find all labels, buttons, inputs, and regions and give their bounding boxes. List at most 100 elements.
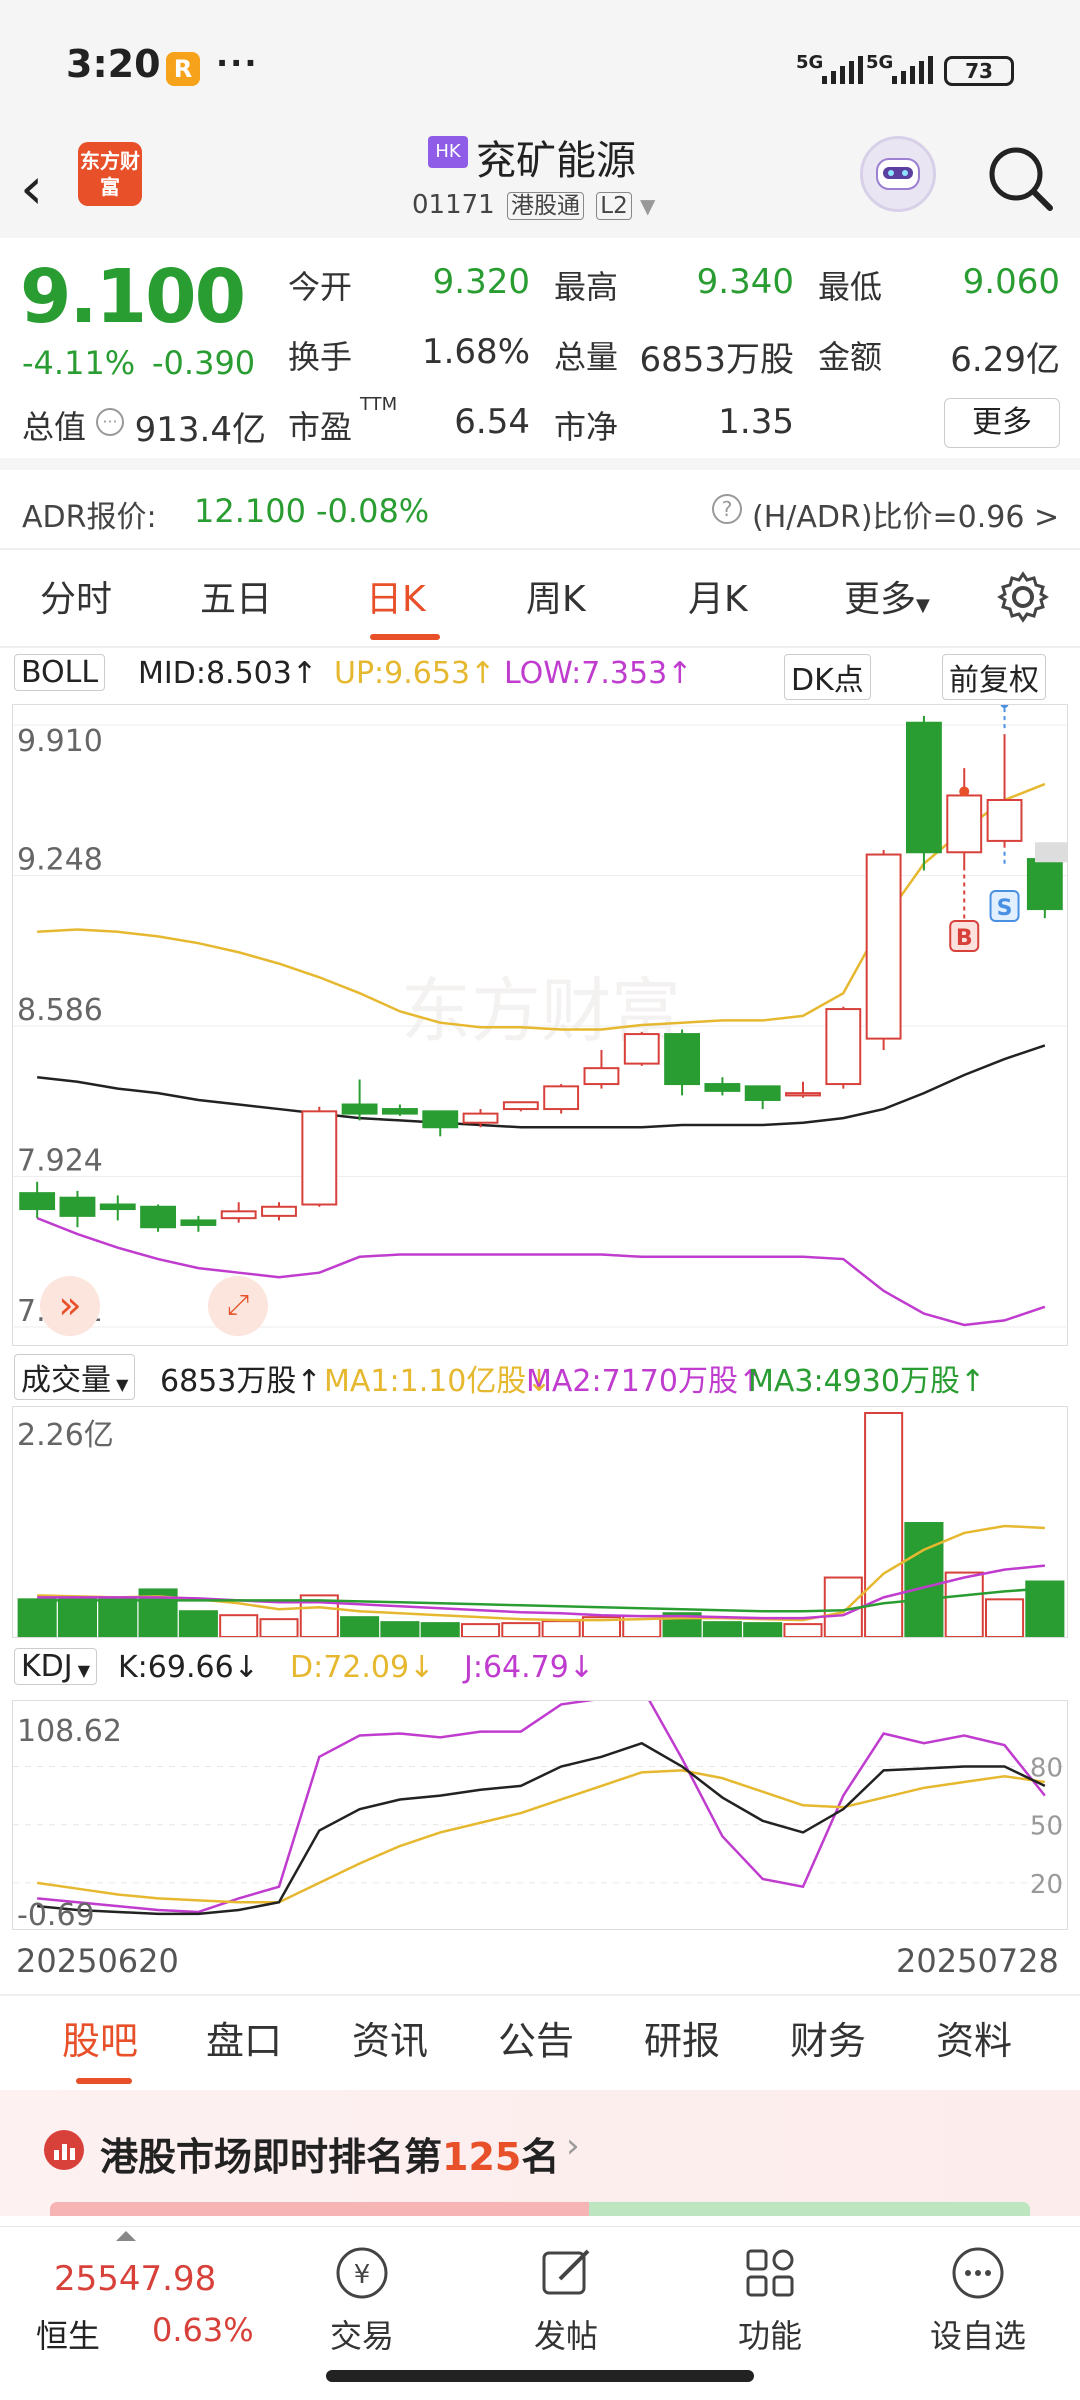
candle-body [261, 1205, 297, 1217]
tab-intraday[interactable]: 分时 [40, 570, 112, 622]
nav-functions[interactable]: 功能 [720, 2243, 820, 2357]
high-value: 9.340 [696, 262, 794, 302]
volume-value: 6853万股 [639, 340, 794, 380]
pe-ttm-superscript: TTM [360, 394, 398, 415]
boll-indicator-selector[interactable]: BOLL [14, 654, 106, 691]
turnover-value: 1.68% [421, 332, 530, 372]
settings-gear-icon[interactable] [996, 570, 1050, 624]
tab-profile[interactable]: 资料 [936, 2010, 1012, 2065]
volume-legend-row: 成交量 ▼ 6853万股↑ MA1:1.10亿股↓ MA2:7170万股↑ MA… [14, 1354, 1074, 1400]
tab-financials[interactable]: 财务 [790, 2010, 866, 2065]
open-label: 今开 [288, 268, 353, 306]
pe-value: 6.54 [454, 402, 530, 442]
candle-body [543, 1085, 580, 1111]
kdj-indicator-selector[interactable]: KDJ ▼ [14, 1648, 98, 1685]
kdj-legend-row: KDJ ▼ K:69.66↓ D:72.09↓ J:64.79↓ [14, 1648, 1074, 1692]
tab-weekly-k[interactable]: 周K [526, 570, 586, 622]
volume-current: 6853万股↑ [160, 1364, 322, 1399]
expand-chevron-icon[interactable]: » [40, 1276, 100, 1336]
tab-research[interactable]: 研报 [644, 2010, 720, 2065]
stock-code: 01171 [412, 190, 495, 220]
tab-orderbook[interactable]: 盘口 [206, 2010, 282, 2065]
post-edit-icon [542, 2249, 590, 2295]
date-start: 20250620 [16, 1942, 179, 1980]
candle-body [986, 798, 1023, 842]
kdj-chart[interactable]: 80 50 20 108.62 -0.69 [12, 1700, 1068, 1930]
market-cap-info-icon[interactable]: ··· [96, 408, 124, 436]
adr-ratio[interactable]: (H/ADR)比价=0.96 > [752, 492, 1059, 536]
boll-legend-row: BOLL MID:8.503↑ UP:9.653↑ LOW:7.353↑ DK点… [14, 654, 1074, 700]
more-quote-button[interactable]: 更多 [944, 398, 1060, 448]
candle-body [583, 1067, 620, 1086]
candle-body [59, 1196, 96, 1217]
y-axis-label: 9.910 [17, 724, 103, 759]
volume-bar [904, 1522, 944, 1637]
candle-body [19, 1192, 56, 1211]
volume-chart[interactable]: 2.26亿 [12, 1406, 1068, 1638]
rank-banner[interactable]: 港股市场即时排名第125名 › [0, 2090, 1080, 2216]
adr-label: ADR报价: [22, 500, 157, 535]
nav-trade[interactable]: ¥ 交易 [312, 2243, 412, 2357]
boll-low-value: LOW:7.353↑ [504, 656, 693, 691]
chart-period-tabs: 分时 五日 日K 周K 月K 更多▼ [0, 556, 1080, 646]
rank-number: 125 [442, 2135, 522, 2179]
assistant-robot-icon[interactable] [860, 136, 936, 212]
section-divider [0, 1994, 1080, 1996]
tab-more[interactable]: 更多▼ [844, 570, 930, 622]
candle-body [664, 1033, 701, 1086]
active-subtab-underline [76, 2078, 132, 2084]
pb-value: 1.35 [718, 402, 794, 442]
resize-arrows-icon[interactable]: ⤢ [208, 1276, 268, 1336]
price-adjust-button[interactable]: 前复权 [942, 654, 1046, 700]
tab-forum[interactable]: 股吧 [62, 2010, 138, 2065]
nav-add-watchlist[interactable]: 设自选 [916, 2243, 1040, 2357]
hsi-change: 0.63% [152, 2311, 254, 2349]
status-time: 3:20 [66, 42, 161, 86]
high-label: 最高 [554, 268, 619, 306]
candle-body [341, 1103, 378, 1115]
low-value: 9.060 [962, 262, 1060, 302]
volume-bar [178, 1610, 218, 1637]
candle-body [502, 1101, 539, 1111]
candle-body [180, 1219, 217, 1226]
hsi-value[interactable]: 25547.98 [54, 2259, 216, 2299]
volume-bar [743, 1622, 783, 1637]
tab-five-day[interactable]: 五日 [200, 570, 272, 622]
candlestick-chart[interactable]: 东方财富 9.9109.2488.5867.9247.261 BS [12, 704, 1068, 1346]
tab-monthly-k[interactable]: 月K [688, 570, 748, 622]
current-price: 9.100 [20, 254, 246, 340]
kdj-k-line [37, 1741, 1046, 1916]
help-icon[interactable]: ? [712, 494, 742, 524]
y-axis-label: 9.248 [17, 843, 103, 878]
volume-indicator-selector[interactable]: 成交量 ▼ [14, 1354, 136, 1400]
tab-announcements[interactable]: 公告 [498, 2010, 574, 2065]
back-arrow-icon[interactable]: ‹ [20, 154, 43, 222]
tab-daily-k[interactable]: 日K [366, 570, 426, 622]
chevron-right-icon: › [566, 2126, 580, 2166]
candle-body [99, 1203, 136, 1211]
nav-post[interactable]: 发帖 [516, 2243, 616, 2357]
kdj-bottom-label: -0.69 [17, 1898, 95, 1930]
tab-news[interactable]: 资讯 [352, 2010, 428, 2065]
price-tag-highlight [1035, 842, 1067, 863]
volume-max-label: 2.26亿 [17, 1418, 114, 1453]
volume-bar [783, 1623, 823, 1637]
kdj-top-label: 108.62 [17, 1714, 122, 1749]
candle-body [220, 1210, 257, 1220]
y-axis-label: 8.586 [17, 993, 103, 1028]
buy-signal-label: B [956, 926, 973, 951]
kdj-level-label: 20 [1030, 1870, 1063, 1900]
adr-row[interactable]: ADR报价: 12.100 -0.08% ? (H/ADR)比价=0.96 > [0, 470, 1080, 550]
sentiment-bar [50, 2202, 1030, 2216]
volume-bar [460, 1623, 501, 1637]
search-icon[interactable] [986, 144, 1056, 214]
nav-trade-label: 交易 [329, 2317, 394, 2355]
stock-code-row[interactable]: 01171 港股通 L2 ▼ [412, 186, 655, 220]
buy-signal-dot [959, 786, 970, 797]
active-tab-underline [370, 634, 440, 640]
boll-low-line [36, 1216, 1046, 1327]
trade-yen-icon: ¥ [336, 2247, 388, 2299]
dk-signal-button[interactable]: DK点 [784, 654, 871, 700]
nav-post-label: 发帖 [533, 2317, 598, 2355]
sell-signal-dot [1000, 705, 1009, 709]
